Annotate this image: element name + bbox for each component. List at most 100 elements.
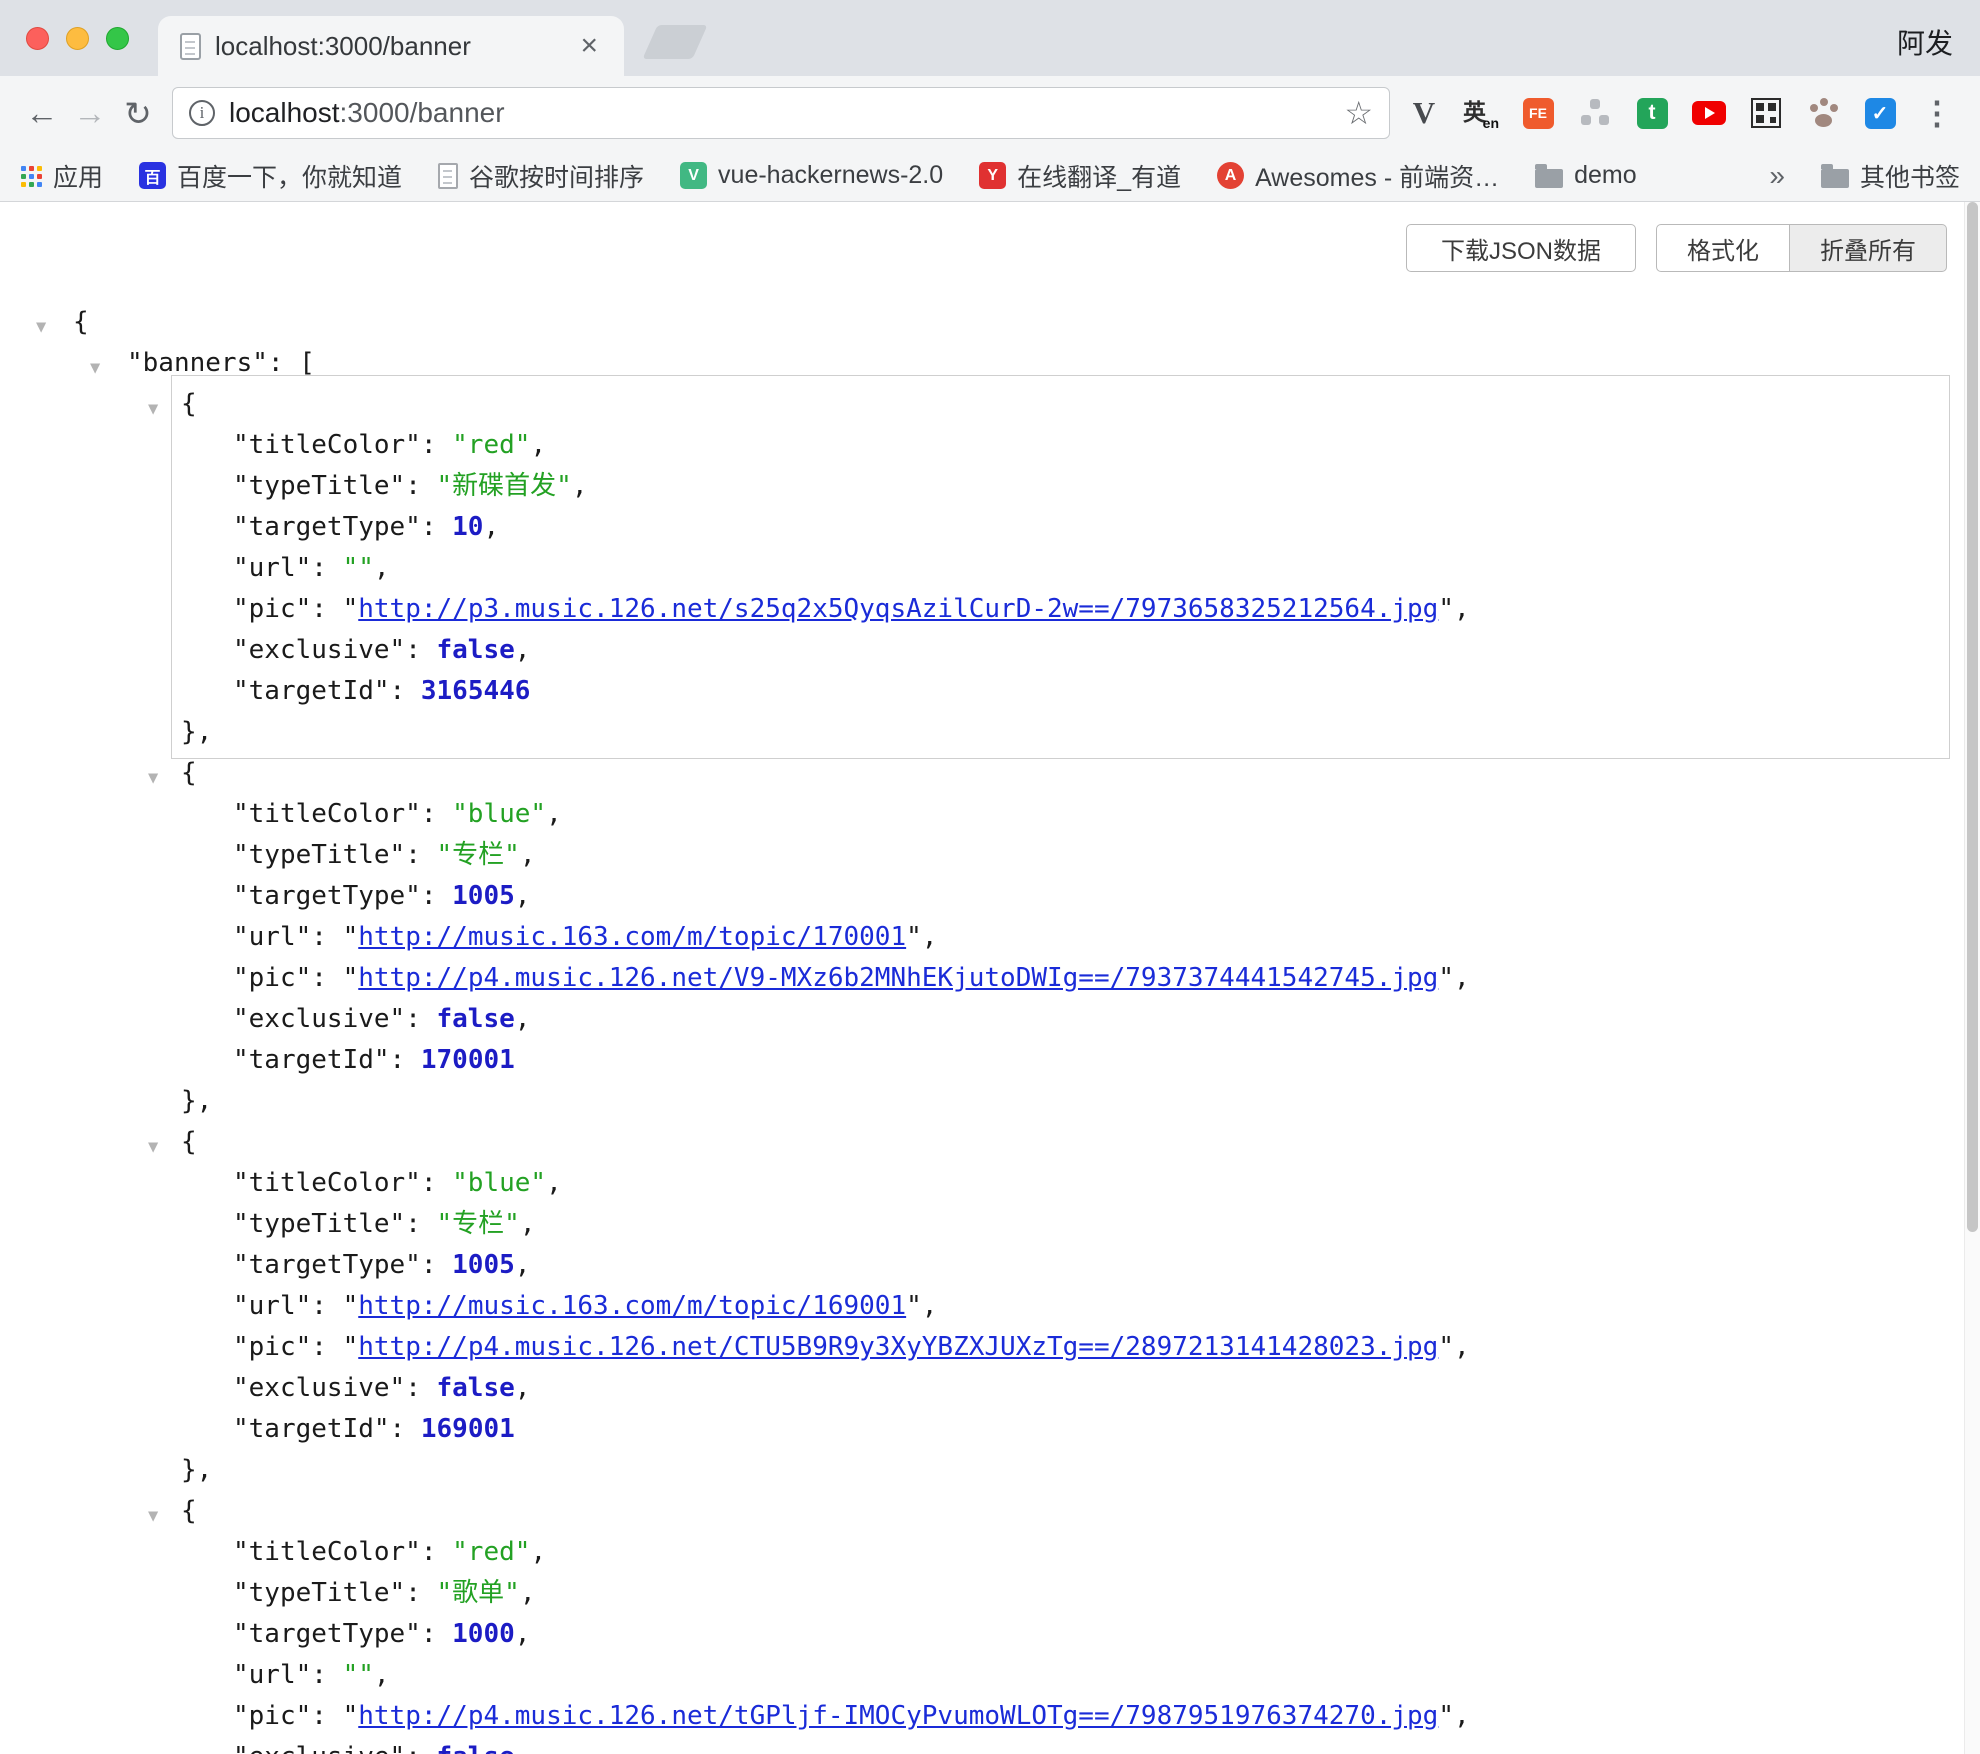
json-key: "titleColor" <box>233 430 421 460</box>
json-link[interactable]: http://p4.music.126.net/CTU5B9R9y3XyYBZX… <box>358 1332 1438 1362</box>
json-string: "" <box>343 553 374 583</box>
reload-button[interactable]: ↻ <box>114 89 162 137</box>
baidu-icon: 百 <box>139 162 166 189</box>
page-content: 下载JSON数据 格式化 折叠所有 ▼{ ▼"banners": [ ▼{"ti… <box>0 202 1980 1754</box>
json-line: }, <box>181 1081 1944 1122</box>
json-punct: { <box>181 1127 197 1157</box>
tab-strip: localhost:3000/banner × 阿发 <box>0 0 1980 76</box>
new-tab-button[interactable] <box>642 25 707 59</box>
json-number: 1005 <box>452 881 515 911</box>
paw-extension-icon[interactable] <box>1805 95 1841 131</box>
json-punct: " <box>343 1701 359 1731</box>
expand-triangle-icon[interactable]: ▼ <box>148 389 158 430</box>
json-key: "url" <box>233 1660 311 1690</box>
json-link[interactable]: http://music.163.com/m/topic/169001 <box>358 1291 906 1321</box>
json-link[interactable]: http://p4.music.126.net/V9-MXz6b2MNhEKju… <box>358 963 1438 993</box>
json-line: ▼{ <box>181 1122 1944 1163</box>
bookmark-item-youdao[interactable]: Y 在线翻译_有道 <box>979 158 1181 194</box>
back-button[interactable]: ← <box>18 89 66 137</box>
blue-check-extension-icon[interactable]: ✓ <box>1862 95 1898 131</box>
json-punct: : <box>390 1045 421 1075</box>
json-punct: , <box>520 1209 536 1239</box>
bookmark-item-baidu[interactable]: 百 百度一下，你就知道 <box>139 158 402 194</box>
json-punct: : <box>421 799 452 829</box>
bookmark-item-awesomes[interactable]: A Awesomes - 前端资… <box>1217 158 1499 194</box>
expand-triangle-icon[interactable]: ▼ <box>148 758 158 799</box>
collapse-all-button[interactable]: 折叠所有 <box>1790 224 1947 272</box>
json-line: "pic": "http://p3.music.126.net/s25q2x5Q… <box>181 589 1944 630</box>
json-link[interactable]: http://p4.music.126.net/tGPljf-IMOCyPvum… <box>358 1701 1438 1731</box>
bookmark-item-vue-hackernews[interactable]: V vue-hackernews-2.0 <box>680 161 943 190</box>
expand-triangle-icon[interactable]: ▼ <box>148 1496 158 1537</box>
bookmark-label: 谷歌按时间排序 <box>469 158 644 194</box>
json-line: "typeTitle": "专栏", <box>181 1204 1944 1245</box>
json-line: "targetId": 169001 <box>181 1409 1944 1450</box>
json-punct: : <box>390 676 421 706</box>
green-t-extension-icon[interactable]: t <box>1634 95 1670 131</box>
json-punct: " <box>1438 594 1454 624</box>
json-punct: " <box>906 1291 922 1321</box>
browser-menu-icon[interactable]: ⋮ <box>1919 95 1955 131</box>
translate-extension-icon[interactable]: 英 en <box>1463 95 1499 131</box>
expand-triangle-icon[interactable]: ▼ <box>90 348 100 389</box>
json-punct: : <box>405 1209 436 1239</box>
tab-close-icon[interactable]: × <box>576 31 602 61</box>
json-punct: }, <box>181 1455 212 1485</box>
json-key: "targetId" <box>233 676 390 706</box>
vertical-scrollbar[interactable] <box>1964 202 1980 1754</box>
browser-tab[interactable]: localhost:3000/banner × <box>158 16 624 76</box>
json-object: ▼{"titleColor": "blue","typeTitle": "专栏"… <box>181 1122 1944 1491</box>
close-window-button[interactable] <box>26 27 49 50</box>
other-bookmarks[interactable]: 其他书签 <box>1821 158 1960 194</box>
json-punct: : <box>421 1619 452 1649</box>
json-object: ▼{"titleColor": "blue","typeTitle": "专栏"… <box>181 753 1944 1122</box>
json-line: "titleColor": "red", <box>181 1532 1944 1573</box>
bookmark-item-apps[interactable]: 应用 <box>20 158 103 194</box>
json-punct: , <box>515 1250 531 1280</box>
format-button-group: 格式化 折叠所有 <box>1656 224 1947 272</box>
page-info-icon[interactable]: i <box>189 100 215 126</box>
format-button[interactable]: 格式化 <box>1656 224 1790 272</box>
json-root-open-line: ▼{ <box>0 302 1980 343</box>
tab-title: localhost:3000/banner <box>215 31 562 62</box>
youtube-extension-icon[interactable] <box>1691 95 1727 131</box>
expand-triangle-icon[interactable]: ▼ <box>36 307 46 348</box>
json-punct: , <box>515 1373 531 1403</box>
json-punct: : <box>311 1660 342 1690</box>
json-punct: " <box>343 963 359 993</box>
json-link[interactable]: http://p3.music.126.net/s25q2x5QyqsAzilC… <box>358 594 1438 624</box>
org-extension-icon[interactable] <box>1577 95 1613 131</box>
json-punct: , <box>1454 594 1470 624</box>
scrollbar-thumb[interactable] <box>1967 202 1978 1232</box>
minimize-window-button[interactable] <box>66 27 89 50</box>
json-punct: : <box>421 1537 452 1567</box>
qr-code-extension-icon[interactable] <box>1748 95 1784 131</box>
fullscreen-window-button[interactable] <box>106 27 129 50</box>
json-boolean: false <box>437 635 515 665</box>
bookmark-item-google-sort[interactable]: 谷歌按时间排序 <box>438 158 644 194</box>
expand-triangle-icon[interactable]: ▼ <box>148 1127 158 1168</box>
json-key: "targetType" <box>233 1619 421 1649</box>
json-punct: , <box>922 1291 938 1321</box>
profile-name[interactable]: 阿发 <box>1897 22 1953 62</box>
address-bar[interactable]: i localhost:3000/banner ☆ <box>172 87 1390 139</box>
bookmark-star-icon[interactable]: ☆ <box>1344 94 1373 132</box>
json-punct: }, <box>181 717 212 747</box>
json-line: "pic": "http://p4.music.126.net/tGPljf-I… <box>181 1696 1944 1737</box>
json-punct: , <box>515 1004 531 1034</box>
download-json-button[interactable]: 下载JSON数据 <box>1406 224 1636 272</box>
bookmark-item-demo[interactable]: demo <box>1535 161 1637 190</box>
json-boolean: false <box>437 1742 515 1754</box>
forward-button[interactable]: → <box>66 89 114 137</box>
json-punct: : <box>311 1701 342 1731</box>
json-punct: : <box>405 471 436 501</box>
json-punct: , <box>515 881 531 911</box>
bookmarks-overflow-chevron[interactable]: » <box>1769 160 1785 192</box>
v-extension-icon[interactable]: V <box>1406 95 1442 131</box>
json-key: "typeTitle" <box>233 1578 405 1608</box>
fe-extension-icon[interactable]: FE <box>1520 95 1556 131</box>
json-line: ▼{ <box>181 753 1944 794</box>
json-number: 170001 <box>421 1045 515 1075</box>
json-punct: { <box>181 389 197 419</box>
json-link[interactable]: http://music.163.com/m/topic/170001 <box>358 922 906 952</box>
